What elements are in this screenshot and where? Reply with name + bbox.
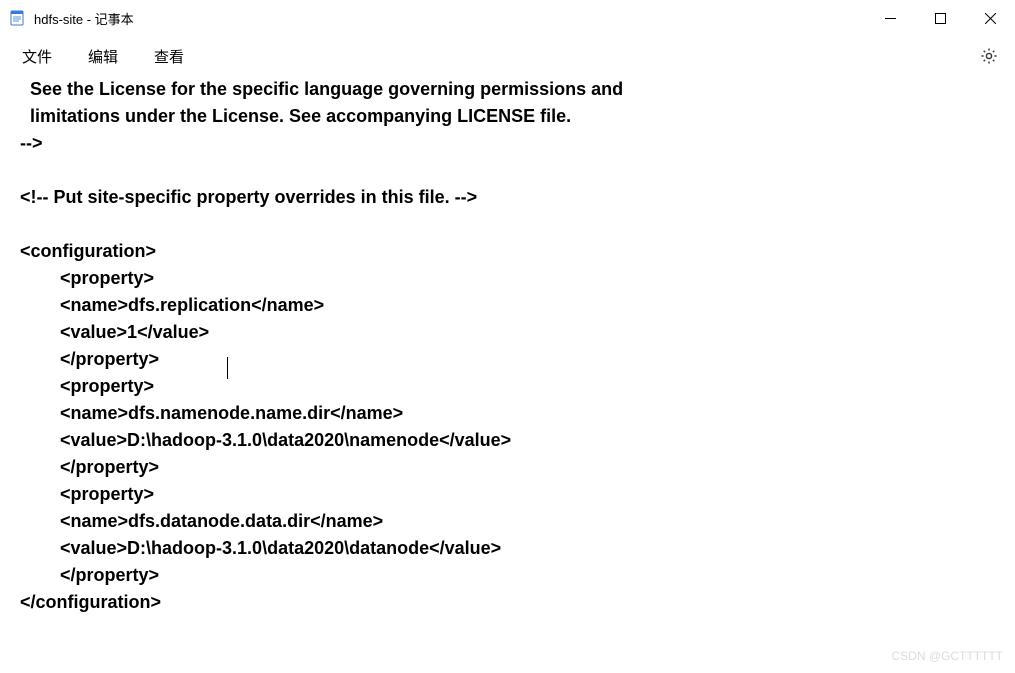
menu-file[interactable]: 文件 <box>16 42 58 71</box>
menu-edit[interactable]: 编辑 <box>82 42 124 71</box>
maximize-button[interactable] <box>915 0 965 36</box>
titlebar: hdfs-site - 记事本 <box>0 0 1015 36</box>
menu-view[interactable]: 查看 <box>148 42 190 71</box>
text-cursor <box>227 357 228 379</box>
editor-content: See the License for the specific languag… <box>20 79 623 612</box>
titlebar-left: hdfs-site - 记事本 <box>8 9 134 28</box>
window-controls <box>865 0 1015 36</box>
text-editor[interactable]: See the License for the specific languag… <box>0 76 1015 643</box>
notepad-icon <box>8 9 26 27</box>
window-title: hdfs-site - 记事本 <box>34 9 134 28</box>
close-button[interactable] <box>965 0 1015 36</box>
menubar: 文件 编辑 查看 <box>0 36 1015 76</box>
gear-icon[interactable] <box>979 46 999 66</box>
watermark: CSDN @GCTTTTTT <box>892 649 1004 663</box>
minimize-button[interactable] <box>865 0 915 36</box>
